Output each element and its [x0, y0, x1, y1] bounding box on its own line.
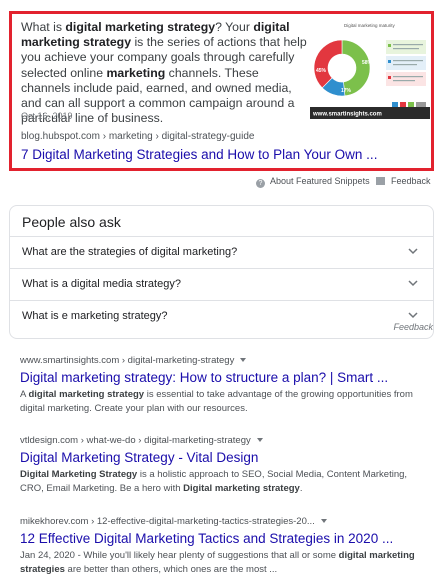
donut-label: 45% [316, 68, 327, 74]
chevron-down-icon [408, 248, 418, 255]
result-title-link[interactable]: Digital marketing strategy: How to struc… [20, 370, 430, 385]
search-result: www.smartinsights.com › digital-marketin… [20, 355, 430, 416]
feedback-icon [376, 177, 385, 185]
bold-text: digital marketing strategy [28, 389, 145, 400]
caret-down-icon[interactable] [256, 438, 263, 442]
caret-down-icon[interactable] [240, 358, 247, 362]
result-cite: vtldesign.com › what-we-do › digital-mar… [20, 435, 430, 446]
result-title-link[interactable]: 12 Effective Digital Marketing Tactics a… [20, 531, 430, 546]
feedback-label: Feedback [391, 176, 431, 186]
featured-snippet-link[interactable]: 7 Digital Marketing Strategies and How t… [21, 147, 377, 162]
paa-question[interactable]: What are the strategies of digital marke… [10, 236, 433, 268]
text-segment: ? Your [215, 20, 254, 34]
search-result: mikekhorev.com › 12-effective-digital-ma… [20, 516, 430, 577]
result-snippet: Digital Marketing Strategy is a holistic… [20, 468, 430, 496]
paa-title: People also ask [22, 214, 121, 230]
result-cite: mikekhorev.com › 12-effective-digital-ma… [20, 516, 430, 527]
donut-label: 17% [341, 88, 352, 94]
text-segment: . [299, 483, 303, 494]
result-cite-text: www.smartinsights.com › digital-marketin… [20, 355, 235, 366]
bold-text: marketing [106, 65, 166, 80]
featured-snippet-image[interactable]: Digital marketing maturity 58% 17% 45% w… [310, 20, 430, 119]
result-cite-text: vtldesign.com › what-we-do › digital-mar… [20, 435, 251, 446]
paa-question[interactable]: What is a digital media strategy? [10, 268, 433, 300]
paa-feedback-link[interactable]: Feedback [393, 322, 433, 332]
donut-label: 58% [362, 60, 373, 66]
chevron-down-icon [408, 312, 418, 319]
help-icon: ? [256, 179, 265, 188]
bold-text: digital marketing strategy [65, 20, 216, 34]
text-segment: Jan 24, 2020 - While you'll likely hear … [20, 550, 339, 561]
text-segment: What is [21, 20, 66, 34]
featured-snippet: What is digital marketing strategy? Your… [9, 11, 434, 171]
svg-text:Digital marketing maturity: Digital marketing maturity [344, 23, 396, 28]
result-title-link[interactable]: Digital Marketing Strategy - Vital Desig… [20, 450, 430, 465]
bold-text: Digital Marketing Strategy [20, 469, 138, 480]
result-snippet: Jan 24, 2020 - While you'll likely hear … [20, 549, 430, 577]
image-credit: www.smartinsights.com [312, 112, 382, 118]
paa-question-text: What is a digital media strategy? [22, 278, 181, 290]
result-snippet: A digital marketing strategy is essentia… [20, 388, 430, 416]
paa-question[interactable]: What is e marketing strategy? [10, 300, 433, 332]
caret-down-icon[interactable] [320, 519, 327, 523]
feedback-link[interactable]: Feedback [376, 176, 431, 186]
featured-snippet-cite: blog.hubspot.com › marketing › digital-s… [21, 131, 255, 142]
about-featured-snippets-label: About Featured Snippets [270, 176, 370, 186]
result-cite: www.smartinsights.com › digital-marketin… [20, 355, 430, 366]
result-cite-text: mikekhorev.com › 12-effective-digital-ma… [20, 516, 315, 527]
people-also-ask: People also ask What are the strategies … [9, 205, 434, 339]
paa-question-text: What is e marketing strategy? [22, 310, 168, 322]
chevron-down-icon [408, 280, 418, 287]
text-segment: are better than others, which ones are t… [64, 564, 278, 575]
search-result: vtldesign.com › what-we-do › digital-mar… [20, 435, 430, 496]
bold-text: Digital marketing strategy [183, 483, 300, 494]
paa-question-text: What are the strategies of digital marke… [22, 246, 238, 258]
donut-chart: Digital marketing maturity 58% 17% 45% w… [310, 20, 430, 119]
featured-snippet-date: Oct 16, 2019 [21, 111, 73, 121]
about-featured-snippets[interactable]: ? About Featured Snippets [256, 176, 370, 188]
